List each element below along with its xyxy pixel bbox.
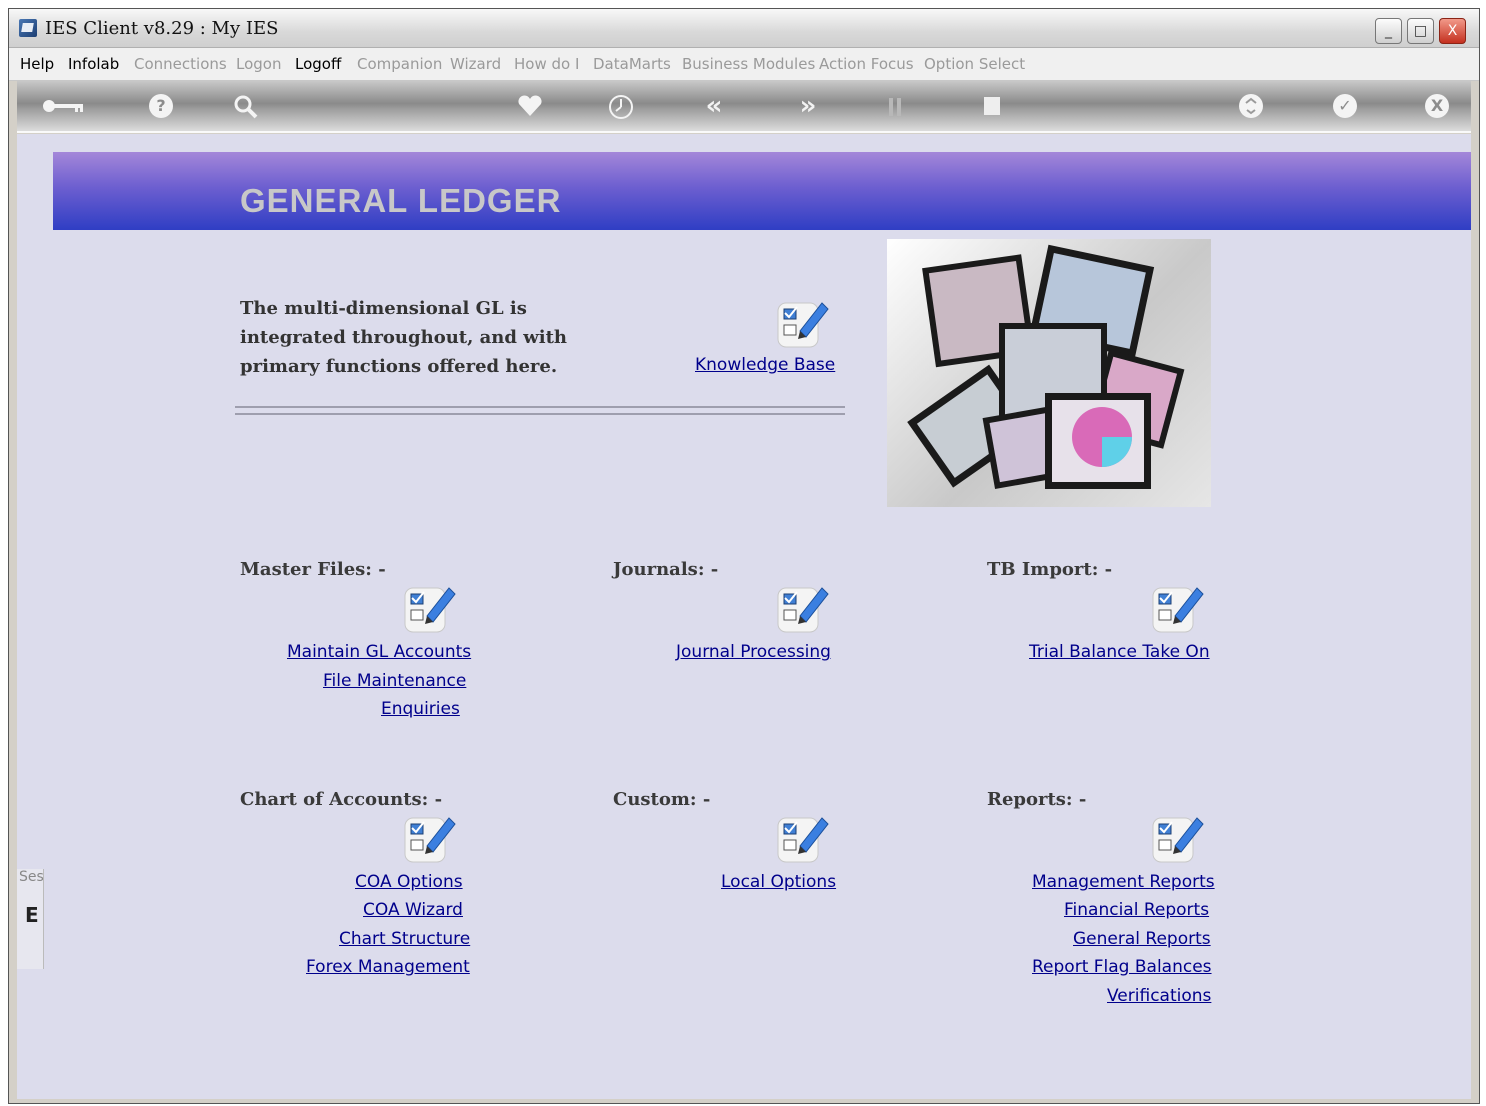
trial-balance-take-on-link[interactable]: Trial Balance Take On [1029, 642, 1210, 662]
menu-infolab[interactable]: Infolab [68, 48, 119, 80]
maximize-button[interactable]: □ [1407, 18, 1434, 44]
management-reports-link[interactable]: Management Reports [1032, 872, 1215, 892]
back-icon[interactable]: « [701, 93, 727, 119]
app-icon [19, 19, 37, 37]
toolbar: ? « » ✓ X [17, 81, 1471, 133]
coa-wizard-link[interactable]: COA Wizard [363, 900, 463, 920]
tb-import-task-icon[interactable] [1149, 582, 1207, 640]
tb-import-heading: TB Import: - [987, 559, 1113, 580]
menu-action-focus[interactable]: Action Focus [819, 48, 914, 80]
enquiries-link[interactable]: Enquiries [381, 699, 460, 719]
coa-options-link[interactable]: COA Options [355, 872, 463, 892]
session-side-panel[interactable]: Ses E [17, 869, 44, 969]
clock-icon[interactable] [608, 94, 634, 119]
reports-heading: Reports: - [987, 789, 1087, 810]
chart-of-accounts-heading: Chart of Accounts: - [240, 789, 443, 810]
report-flag-balances-link[interactable]: Report Flag Balances [1032, 957, 1212, 977]
app-window: IES Client v8.29 : My IES _ □ X Help Inf… [8, 8, 1480, 1104]
stop-icon[interactable] [979, 94, 1005, 118]
journals-task-icon[interactable] [774, 582, 832, 640]
page-header: GENERAL LEDGER [53, 152, 1471, 230]
intro-divider [235, 406, 845, 415]
forex-management-link[interactable]: Forex Management [306, 957, 470, 977]
journal-processing-link[interactable]: Journal Processing [676, 642, 831, 662]
menu-bar: Help Infolab Connections Logon Logoff Co… [9, 48, 1479, 81]
window-title: IES Client v8.29 : My IES [45, 18, 279, 39]
knowledge-base-icon[interactable] [774, 297, 832, 355]
general-reports-link[interactable]: General Reports [1073, 929, 1211, 949]
close-button[interactable]: X [1439, 18, 1466, 44]
finance-collage-image [887, 239, 1211, 507]
columns-icon[interactable] [883, 94, 909, 118]
key-icon[interactable] [41, 94, 87, 118]
menu-logon[interactable]: Logon [236, 48, 281, 80]
chart-structure-link[interactable]: Chart Structure [339, 929, 470, 949]
master-files-heading: Master Files: - [240, 559, 386, 580]
maintain-gl-accounts-link[interactable]: Maintain GL Accounts [287, 642, 471, 662]
menu-how-do-i[interactable]: How do I [514, 48, 579, 80]
menu-wizard[interactable]: Wizard [450, 48, 501, 80]
page-title: GENERAL LEDGER [240, 182, 562, 219]
title-bar[interactable]: IES Client v8.29 : My IES _ □ X [9, 9, 1479, 48]
recycle-icon[interactable] [1239, 94, 1263, 118]
local-options-link[interactable]: Local Options [721, 872, 836, 892]
menu-companion[interactable]: Companion [357, 48, 442, 80]
chart-of-accounts-task-icon[interactable] [401, 812, 459, 870]
menu-datamarts[interactable]: DataMarts [593, 48, 671, 80]
file-maintenance-link[interactable]: File Maintenance [323, 671, 466, 691]
heart-icon[interactable] [517, 94, 543, 118]
custom-heading: Custom: - [613, 789, 711, 810]
menu-logoff[interactable]: Logoff [295, 48, 341, 80]
journals-heading: Journals: - [613, 559, 719, 580]
knowledge-base-link[interactable]: Knowledge Base [695, 355, 835, 375]
menu-business-modules[interactable]: Business Modules [682, 48, 815, 80]
help-icon[interactable]: ? [149, 94, 173, 118]
verifications-link[interactable]: Verifications [1107, 986, 1211, 1006]
search-icon[interactable] [233, 94, 259, 119]
menu-option-select[interactable]: Option Select [924, 48, 1025, 80]
financial-reports-link[interactable]: Financial Reports [1064, 900, 1209, 920]
menu-connections[interactable]: Connections [134, 48, 227, 80]
check-icon[interactable]: ✓ [1333, 94, 1357, 118]
custom-task-icon[interactable] [774, 812, 832, 870]
close-icon[interactable]: X [1425, 94, 1449, 118]
session-icon: E [25, 903, 39, 927]
menu-help[interactable]: Help [20, 48, 54, 80]
session-label: Ses [19, 869, 44, 885]
intro-text: The multi-dimensional GL is integrated t… [240, 298, 567, 377]
forward-icon[interactable]: » [795, 93, 821, 119]
reports-task-icon[interactable] [1149, 812, 1207, 870]
master-files-task-icon[interactable] [401, 582, 459, 640]
minimize-button[interactable]: _ [1375, 18, 1402, 44]
main-content: GENERAL LEDGER The multi-dimensional GL … [17, 134, 1471, 1099]
